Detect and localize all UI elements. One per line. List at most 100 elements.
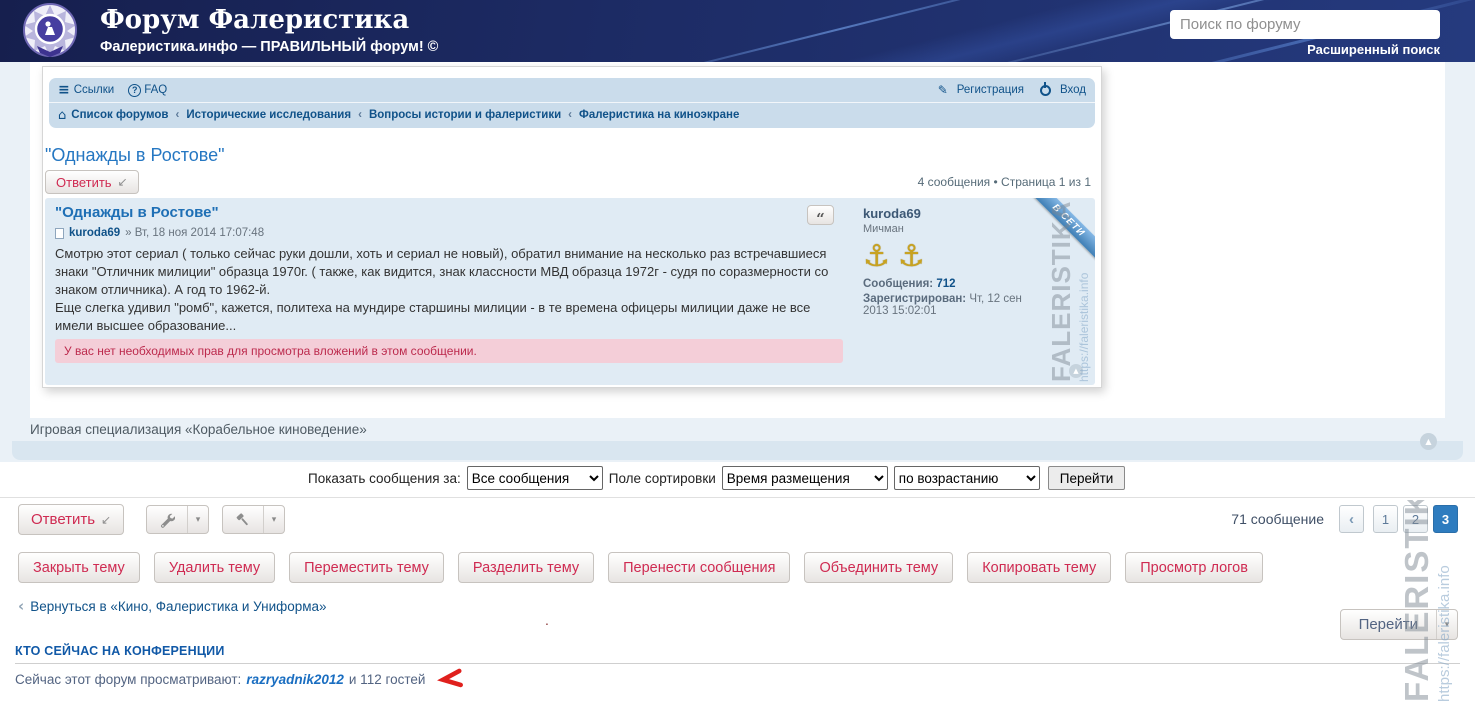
signature-line: Игровая специализация «Корабельное кинов… xyxy=(30,422,367,437)
nav-login[interactable]: Вход xyxy=(1060,84,1086,96)
post-page-icon xyxy=(55,227,64,239)
nav-faq[interactable]: FAQ xyxy=(144,84,167,96)
faq-icon: ? xyxy=(128,83,142,97)
navbar-right: ✎ Регистрация Вход xyxy=(920,83,1086,97)
forum-logo[interactable] xyxy=(22,3,78,59)
post-author-link[interactable]: kuroda69 xyxy=(69,227,120,239)
profile-posts-line: Сообщения: 712 xyxy=(863,278,1045,290)
search-input[interactable] xyxy=(1170,10,1440,39)
reply-arrow-icon: ↙ xyxy=(117,175,128,189)
post: "Однажды в Ростове" “ kuroda69 » Вт, 18 … xyxy=(45,198,1095,385)
home-icon: ⌂ xyxy=(58,107,67,123)
split-topic-button[interactable]: Разделить тему xyxy=(457,552,595,583)
view-logs-button[interactable]: Просмотр логов xyxy=(1125,552,1263,583)
post-date: » Вт, 18 ноя 2014 17:07:48 xyxy=(125,227,265,239)
pagination-page-button-active[interactable]: 3 xyxy=(1433,505,1458,533)
post-top-button[interactable]: ▲ xyxy=(1069,364,1083,378)
breadcrumb-item[interactable]: Фалеристика на киноэкране xyxy=(579,109,739,121)
return-row: ‹ Вернуться в «Кино, Фалеристика и Унифо… xyxy=(18,597,327,615)
breadcrumb-item[interactable]: Вопросы истории и фалеристики xyxy=(369,109,561,121)
viewers-suffix: и 112 гостей xyxy=(348,671,426,687)
post-watermark: FALERISTIKA.INFO https://faleristika.inf… xyxy=(1046,200,1091,382)
rank-insignia: ⚓⚓ xyxy=(863,239,1045,275)
reply-button[interactable]: Ответить ↙ xyxy=(45,170,139,194)
pagination-page-button[interactable]: 1 xyxy=(1373,505,1398,533)
profile-joined-line: Зарегистрирован: Чт, 12 сен 2013 15:02:0… xyxy=(863,293,1045,317)
reply-arrow-icon: ↙ xyxy=(101,512,112,527)
page-bottom-band xyxy=(12,441,1463,460)
quote-icon: “ xyxy=(816,209,825,228)
sort-go-button[interactable]: Перейти xyxy=(1047,466,1126,490)
sort-controls: Показать сообщения за: Все сообщения Пол… xyxy=(308,463,1126,493)
sort-direction-select[interactable]: по возрастанию xyxy=(893,466,1040,490)
up-arrow-icon: ▲ xyxy=(1425,437,1432,446)
gavel-icon xyxy=(223,506,263,533)
copy-topic-button[interactable]: Копировать тему xyxy=(967,552,1112,583)
merge-topic-button[interactable]: Объединить тему xyxy=(804,552,954,583)
viewers-line: Сейчас этот форум просматривают: razryad… xyxy=(15,668,464,689)
joined-label: Зарегистрирован: xyxy=(863,293,967,305)
reply-button-label: Ответить xyxy=(31,511,96,528)
topic-title: "Однажды в Ростове" xyxy=(45,145,225,165)
jump-to-label: Перейти xyxy=(1358,616,1418,633)
display-posts-label: Показать сообщения за: xyxy=(308,470,461,486)
sort-field-select[interactable]: Время размещения xyxy=(721,466,888,490)
delete-topic-button[interactable]: Удалить тему xyxy=(153,552,276,583)
profile-username[interactable]: kuroda69 xyxy=(863,206,921,221)
watermark-url: https://faleristika.info xyxy=(1077,272,1091,382)
topic-pagination-info: 4 сообщения • Страница 1 из 1 xyxy=(917,175,1091,189)
moderator-tools-button[interactable]: ▾ xyxy=(222,505,285,534)
return-to-forum-link[interactable]: Вернуться в «Кино, Фалеристика и Униформ… xyxy=(30,599,326,614)
site-header: Форум Фалеристика Фалеристика.инфо — ПРА… xyxy=(0,0,1475,62)
watermark-text: FALERISTIKA.INFO xyxy=(1046,200,1076,382)
pagination-page-button[interactable]: 2 xyxy=(1403,505,1428,533)
viewers-prefix: Сейчас этот форум просматривают: xyxy=(15,671,242,687)
reply-button-bottom[interactable]: Ответить ↙ xyxy=(18,504,125,535)
who-is-online-heading: КТО СЕЙЧАС НА КОНФЕРЕНЦИИ xyxy=(15,644,225,658)
site-subtitle: Фалеристика.инфо — ПРАВИЛЬНЫЙ форум! © xyxy=(100,39,439,55)
nav-links[interactable]: Ссылки xyxy=(74,84,115,96)
anchor-icon: ⚓ xyxy=(897,239,933,274)
move-posts-button[interactable]: Перенести сообщения xyxy=(608,552,791,583)
post-title[interactable]: "Однажды в Ростове" xyxy=(55,204,219,221)
toolbar-right: 71 сообщение ‹ 1 2 3 xyxy=(1231,504,1458,534)
back-arrow-icon: ‹ xyxy=(18,597,25,615)
menu-icon: ≡ xyxy=(58,82,70,98)
navbar-links-row: ≡ Ссылки ? FAQ ✎ Регистрация Вход xyxy=(49,78,1095,103)
header-streak xyxy=(568,0,1112,62)
nav-register[interactable]: Регистрация xyxy=(957,84,1024,96)
viewer-username-link[interactable]: razryadnik2012 xyxy=(246,672,344,687)
display-posts-select[interactable]: Все сообщения xyxy=(466,466,603,490)
section-divider xyxy=(0,497,1475,498)
pagination-prev-button[interactable]: ‹ xyxy=(1339,505,1364,533)
forum-page: Форум Фалеристика Фалеристика.инфо — ПРА… xyxy=(0,0,1475,705)
jump-to-button[interactable]: Перейти ▾ xyxy=(1339,609,1458,640)
login-power-icon xyxy=(1039,84,1051,96)
advanced-search-link[interactable]: Расширенный поиск xyxy=(1307,42,1440,57)
chevron-down-icon[interactable]: ▾ xyxy=(187,506,208,533)
site-title: Форум Фалеристика xyxy=(100,5,410,35)
move-topic-button[interactable]: Переместить тему xyxy=(289,552,444,583)
red-annotation-arrow xyxy=(437,668,464,688)
chevron-down-icon[interactable]: ▾ xyxy=(1436,610,1457,639)
anchor-icon: ⚓ xyxy=(863,239,898,274)
posts-label: Сообщения: xyxy=(863,278,934,290)
sort-field-label: Поле сортировки xyxy=(608,470,716,486)
breadcrumb-separator: ‹ xyxy=(358,109,362,121)
attachment-warning: У вас нет необходимых прав для просмотра… xyxy=(55,339,843,363)
header-titles: Форум Фалеристика Фалеристика.инфо — ПРА… xyxy=(100,5,438,55)
stray-dot: . xyxy=(545,612,549,628)
topic-frame: ≡ Ссылки ? FAQ ✎ Регистрация Вход ⌂ Спис… xyxy=(42,66,1102,388)
heading-divider xyxy=(15,663,1460,664)
close-topic-button[interactable]: Закрыть тему xyxy=(18,552,140,583)
back-to-top-button[interactable]: ▲ xyxy=(1420,433,1437,450)
register-icon: ✎ xyxy=(937,83,948,97)
breadcrumb-separator: ‹ xyxy=(175,109,180,121)
breadcrumb-item[interactable]: Исторические исследования xyxy=(186,109,351,121)
breadcrumb-item[interactable]: Список форумов xyxy=(71,109,168,121)
chevron-down-icon[interactable]: ▾ xyxy=(263,506,284,533)
quote-button[interactable]: “ xyxy=(807,205,834,228)
topic-tools-button[interactable]: ▾ xyxy=(146,505,209,534)
profile-rank: Мичман xyxy=(863,223,904,235)
posts-count-link[interactable]: 712 xyxy=(936,278,955,290)
